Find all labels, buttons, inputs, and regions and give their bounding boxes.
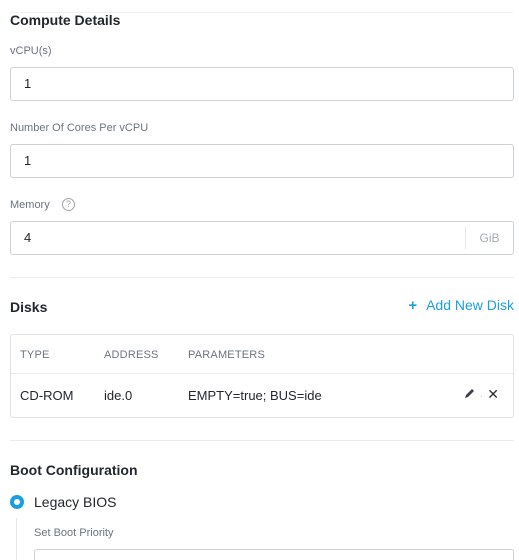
column-header-address: ADDRESS [104,349,159,361]
compute-details-panel: Compute Details vCPU(s) Number Of Cores … [0,0,519,560]
memory-unit: GiB [465,227,513,249]
legacy-bios-radio[interactable]: Legacy BIOS [10,494,117,510]
disk-address-cell: ide.0 [104,388,133,403]
disk-type-cell: CD-ROM [20,388,74,403]
column-header-parameters: PARAMETERS [188,349,265,361]
plus-icon: + [408,297,418,314]
boot-configuration-title: Boot Configuration [10,462,138,478]
memory-field[interactable]: GiB [10,221,514,255]
table-header-divider [11,373,513,374]
vcpus-input[interactable] [24,68,464,99]
section-divider [10,440,514,441]
memory-label: Memory [10,199,50,211]
help-icon[interactable]: ? [62,198,75,211]
add-new-disk-button[interactable]: + Add New Disk [408,297,514,314]
boot-priority-label: Set Boot Priority [34,527,114,539]
action-separator: · [479,391,484,402]
cores-per-vcpu-field[interactable] [10,144,514,178]
vcpus-label: vCPU(s) [10,45,52,57]
cores-per-vcpu-input[interactable] [24,145,464,176]
section-divider [10,277,514,278]
disks-title: Disks [10,299,48,315]
vcpus-field[interactable] [10,67,514,101]
close-icon[interactable]: ✕ [487,386,499,403]
disks-table: TYPE ADDRESS PARAMETERS CD-ROM ide.0 EMP… [10,334,514,418]
indent-guide [16,518,17,560]
compute-details-title: Compute Details [10,12,121,28]
row-actions: · ✕ [464,386,499,403]
add-new-disk-label: Add New Disk [426,297,514,313]
column-header-type: TYPE [20,349,50,361]
radio-selected-icon[interactable] [10,495,24,509]
pencil-icon[interactable] [464,387,476,402]
boot-priority-select[interactable] [34,549,514,560]
legacy-bios-label: Legacy BIOS [34,494,117,510]
cores-per-vcpu-label: Number Of Cores Per vCPU [10,122,149,134]
disk-parameters-cell: EMPTY=true; BUS=ide [188,388,322,403]
memory-input[interactable] [24,222,464,253]
